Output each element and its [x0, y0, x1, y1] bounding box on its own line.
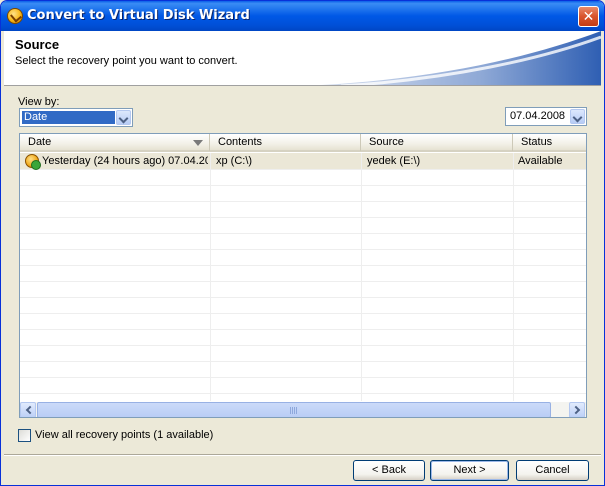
view-all-checkbox[interactable]: [18, 429, 31, 442]
title-bar[interactable]: Convert to Virtual Disk Wizard ✕: [1, 1, 604, 31]
column-header-date[interactable]: Date: [20, 134, 210, 151]
header-swoosh-graphic: [321, 31, 601, 85]
page-subtitle: Select the recovery point you want to co…: [15, 55, 238, 67]
wizard-app-icon: [7, 8, 23, 24]
recovery-points-list[interactable]: Date Contents Source Status Yesterday (2…: [19, 133, 587, 418]
column-header-status-label: Status: [521, 136, 553, 148]
view-by-value: Date: [22, 111, 115, 124]
column-header-contents[interactable]: Contents: [210, 134, 361, 151]
column-header-contents-label: Contents: [218, 136, 263, 148]
back-button[interactable]: < Back: [353, 460, 425, 481]
wizard-window: Convert to Virtual Disk Wizard ✕ Source …: [0, 0, 605, 486]
column-header-source-label: Source: [369, 136, 404, 148]
view-by-dropdown[interactable]: Date: [19, 108, 133, 127]
date-filter-value: 07.04.2008: [510, 110, 566, 122]
grip-icon: [290, 407, 298, 414]
cell-date: Yesterday (24 hours ago) 07.04.20...: [42, 155, 208, 167]
cell-contents: xp (C:\): [216, 155, 253, 167]
recovery-point-icon: [25, 154, 41, 170]
scroll-left-icon[interactable]: [20, 402, 36, 417]
wizard-header: Source Select the recovery point you wan…: [4, 31, 601, 86]
date-filter-dropdown[interactable]: 07.04.2008: [505, 107, 587, 126]
page-title: Source: [15, 37, 60, 52]
view-by-label: View by:: [18, 96, 60, 108]
chevron-down-icon[interactable]: [116, 110, 131, 125]
horizontal-scrollbar[interactable]: [20, 401, 586, 417]
cancel-button[interactable]: Cancel: [516, 460, 589, 481]
footer-divider: [4, 454, 601, 456]
sort-descending-icon: [193, 140, 203, 146]
scroll-thumb[interactable]: [37, 402, 551, 417]
cell-source: yedek (E:\): [367, 155, 421, 167]
column-header-status[interactable]: Status: [513, 134, 586, 151]
scroll-right-icon[interactable]: [569, 402, 585, 417]
window-title: Convert to Virtual Disk Wizard: [27, 8, 250, 23]
column-header-source[interactable]: Source: [361, 134, 513, 151]
close-button[interactable]: ✕: [578, 6, 599, 27]
view-all-label[interactable]: View all recovery points (1 available): [35, 429, 213, 441]
cell-status: Available: [518, 155, 563, 167]
chevron-down-icon[interactable]: [570, 109, 585, 124]
column-header-date-label: Date: [28, 136, 52, 148]
list-header: Date Contents Source Status: [20, 134, 586, 152]
list-body: Yesterday (24 hours ago) 07.04.20... xp …: [20, 153, 586, 401]
next-button[interactable]: Next >: [430, 460, 509, 481]
